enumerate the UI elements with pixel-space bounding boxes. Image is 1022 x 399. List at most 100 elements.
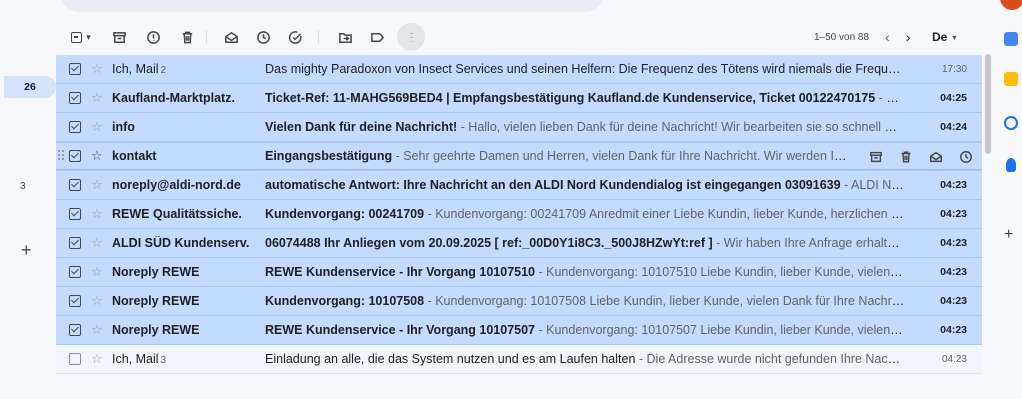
tasks-icon[interactable] (1004, 116, 1018, 130)
row-hover-actions (861, 142, 981, 170)
subject: Vielen Dank für deine Nachricht! (265, 120, 458, 134)
star-icon[interactable]: ☆ (91, 177, 103, 193)
report-spam-icon[interactable] (142, 23, 164, 51)
sender: Noreply REWE (112, 265, 200, 279)
contacts-icon[interactable] (1006, 158, 1016, 172)
snippet: - Sehr geehrte Damen und Herren, vielen … (395, 149, 847, 163)
sender: Ich, Mail 3 (112, 352, 167, 366)
message-content: Eingangsbestätigung - Sehr geehrte Damen… (265, 149, 847, 163)
table-row[interactable]: ☆ ALDI SÜD Kundenserv. 06074488 Ihr Anli… (56, 229, 982, 258)
row-checkbox[interactable] (69, 179, 81, 191)
mark-as-read-icon[interactable] (220, 23, 242, 51)
timestamp: 04:23 (940, 324, 967, 336)
keep-icon[interactable] (1004, 72, 1018, 86)
table-row[interactable]: ☆ Kaufland-Marktplatz. Ticket-Ref: 11-MA… (56, 84, 982, 113)
timestamp: 04:23 (940, 179, 967, 191)
label-icon[interactable] (366, 23, 388, 51)
subject: REWE Kundenservice - Ihr Vorgang 1010751… (265, 265, 536, 279)
subject: Einladung an alle, die das System nutzen… (265, 352, 636, 366)
subject: automatische Antwort: Ihre Nachricht an … (265, 178, 841, 192)
mark-as-read-icon[interactable] (921, 150, 951, 164)
message-content: Kundenvorgang: 10107508 - Kundenvorgang:… (265, 294, 905, 308)
table-row[interactable]: ☆ Noreply REWE REWE Kundenservice - Ihr … (56, 258, 982, 287)
subject: Kundenvorgang: 00241709 (265, 207, 425, 221)
table-row[interactable]: ☆ Noreply REWE REWE Kundenservice - Ihr … (56, 316, 982, 345)
row-checkbox[interactable] (69, 295, 81, 307)
message-content: Das mighty Paradoxon von Insect Services… (265, 62, 905, 76)
move-to-icon[interactable] (334, 23, 356, 51)
more-options-icon[interactable] (397, 23, 425, 51)
row-checkbox[interactable] (69, 324, 81, 336)
row-checkbox[interactable] (69, 121, 81, 133)
row-checkbox[interactable] (69, 266, 81, 278)
left-nav-rail: 26 3 + (0, 0, 56, 399)
sender: Kaufland-Marktplatz. (112, 91, 235, 105)
subject: 06074488 Ihr Anliegen vom 20.09.2025 [ r… (265, 236, 713, 250)
scroll-thumb[interactable] (985, 54, 991, 154)
table-row[interactable]: ☆ Ich, Mail 3 Einladung an alle, die das … (56, 345, 982, 374)
next-page-button[interactable]: › (906, 29, 911, 45)
table-row[interactable]: ☆ Ich, Mail 2 Das mighty Paradoxon von In… (56, 55, 982, 84)
star-icon[interactable]: ☆ (91, 148, 103, 164)
chevron-down-icon[interactable]: ▾ (86, 32, 91, 43)
row-checkbox[interactable] (69, 353, 81, 365)
star-icon[interactable]: ☆ (91, 90, 103, 106)
message-list: ☆ Ich, Mail 2 Das mighty Paradoxon von In… (56, 55, 982, 374)
row-checkbox[interactable] (69, 237, 81, 249)
delete-icon[interactable] (891, 150, 921, 164)
row-checkbox[interactable] (69, 150, 81, 162)
search-bar[interactable] (58, 0, 606, 12)
inbox-unread-count[interactable]: 26 (4, 76, 56, 98)
snooze-icon[interactable] (252, 23, 274, 51)
scrollbar[interactable] (983, 52, 993, 399)
star-icon[interactable]: ☆ (91, 351, 103, 367)
chevron-down-icon: ▾ (952, 32, 957, 42)
message-content: automatische Antwort: Ihre Nachricht an … (265, 178, 905, 192)
table-row[interactable]: ☆ REWE Qualitätssiche. Kundenvorgang: 00… (56, 200, 982, 229)
subject: Kundenvorgang: 10107508 (265, 294, 425, 308)
star-icon[interactable]: ☆ (91, 322, 103, 338)
table-row[interactable]: ☆ info Vielen Dank für deine Nachricht! … (56, 113, 982, 142)
snippet: - Meine Bestellun... (878, 91, 905, 105)
star-icon[interactable]: ☆ (91, 119, 103, 135)
side-panel-rail: + (996, 0, 1022, 399)
star-icon[interactable]: ☆ (91, 264, 103, 280)
select-all-checkbox[interactable]: ▾ (64, 23, 98, 51)
message-content: Kundenvorgang: 00241709 - Kundenvorgang:… (265, 207, 905, 221)
add-to-tasks-icon[interactable] (284, 23, 306, 51)
input-tools-button[interactable]: De ▾ (932, 23, 956, 51)
snooze-icon[interactable] (951, 150, 981, 164)
row-checkbox[interactable] (69, 63, 81, 75)
subject: Das mighty Paradoxon von Insect Services… (265, 62, 905, 76)
archive-icon[interactable] (108, 23, 130, 51)
add-label-button[interactable]: + (21, 241, 32, 259)
add-addon-button[interactable]: + (1004, 226, 1013, 244)
star-icon[interactable]: ☆ (91, 235, 103, 251)
star-icon[interactable]: ☆ (91, 61, 103, 77)
star-icon[interactable]: ☆ (91, 206, 103, 222)
row-checkbox[interactable] (69, 208, 81, 220)
row-checkbox[interactable] (69, 92, 81, 104)
calendar-icon[interactable] (1004, 32, 1018, 46)
table-row[interactable]: ☆ Noreply REWE Kundenvorgang: 10107508 -… (56, 287, 982, 316)
toolbar-divider (206, 30, 207, 44)
sender: noreply@aldi-nord.de (112, 178, 241, 192)
archive-icon[interactable] (861, 150, 891, 164)
sender: Ich, Mail 2 (112, 62, 167, 76)
folder-count[interactable]: 3 (20, 181, 26, 192)
thread-count: 2 (160, 65, 167, 76)
message-content: REWE Kundenservice - Ihr Vorgang 1010751… (265, 265, 905, 279)
drag-handle-icon[interactable] (58, 150, 66, 162)
pagination: 1–50 von 88 ‹ › (814, 23, 910, 51)
table-row[interactable]: ☆ kontakt Eingangsbestätigung - Sehr gee… (56, 142, 982, 171)
mail-toolbar: ▾ 1–50 von 88 ‹ › De ▾ (56, 22, 982, 52)
delete-icon[interactable] (176, 23, 198, 51)
prev-page-button[interactable]: ‹ (885, 29, 890, 45)
table-row[interactable]: ☆ noreply@aldi-nord.de automatische Antw… (56, 171, 982, 200)
star-icon[interactable]: ☆ (91, 293, 103, 309)
message-content: REWE Kundenservice - Ihr Vorgang 1010750… (265, 323, 905, 337)
sender: info (112, 120, 135, 134)
timestamp: 04:23 (940, 295, 967, 307)
snippet: - Kundenvorgang: 10107510 Liebe Kundin, … (538, 265, 905, 279)
timestamp: 17:30 (941, 63, 967, 75)
